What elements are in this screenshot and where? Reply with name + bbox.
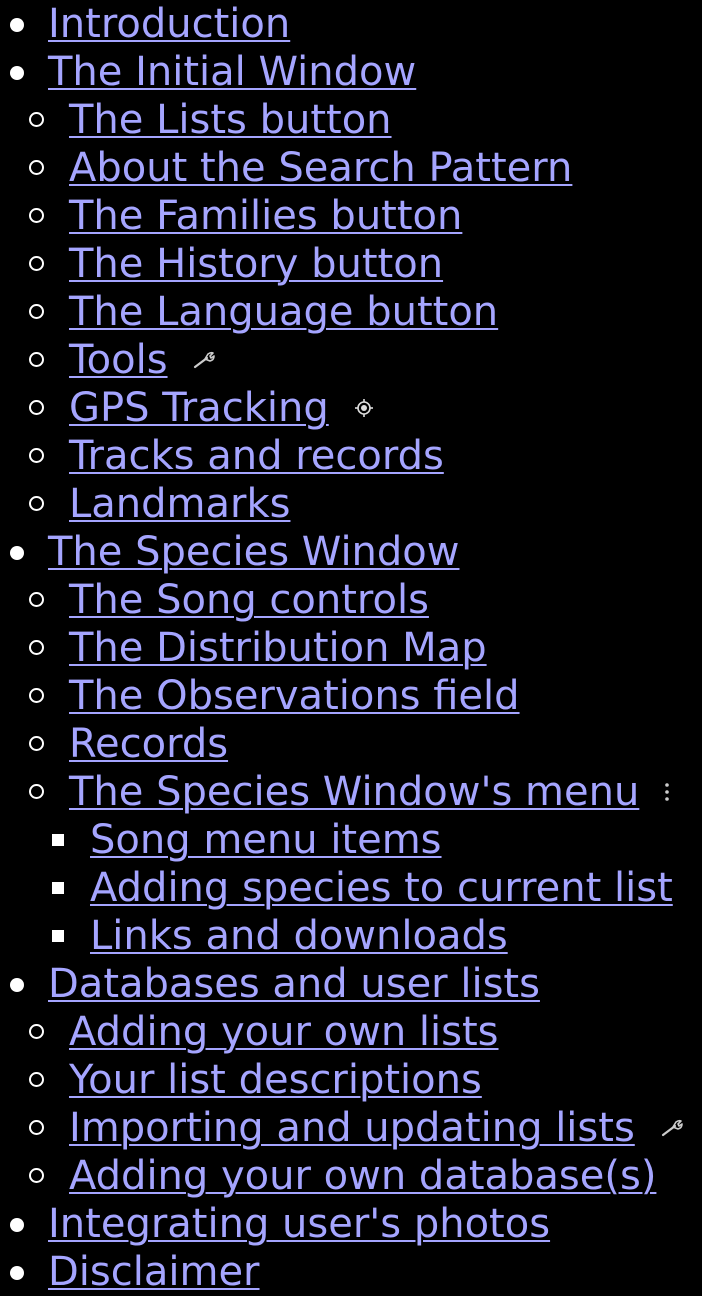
circle-bullet (29, 1072, 44, 1087)
toc-item-families-button: The Families button (0, 192, 702, 240)
disc-bullet (10, 546, 24, 560)
toc-item-own-lists: Adding your own lists (0, 1008, 702, 1056)
toc-item-species-window: The Species Window (0, 528, 702, 576)
link-own-lists[interactable]: Adding your own lists (69, 1009, 499, 1055)
toc-item-gps-tracking: GPS Tracking (0, 384, 702, 432)
link-history-button[interactable]: The History button (69, 241, 443, 287)
link-adding-species[interactable]: Adding species to current list (90, 865, 673, 911)
link-own-database[interactable]: Adding your own database(s) (69, 1153, 656, 1199)
toc-item-landmarks: Landmarks (0, 480, 702, 528)
circle-bullet (29, 640, 44, 655)
link-search-pattern[interactable]: About the Search Pattern (69, 145, 572, 191)
toc-item-importing-lists: Importing and updating lists (0, 1104, 702, 1152)
link-records[interactable]: Records (69, 721, 228, 767)
disc-bullet (10, 978, 24, 992)
circle-bullet (29, 400, 44, 415)
toc-item-databases: Databases and user lists (0, 960, 702, 1008)
square-bullet (52, 930, 64, 942)
circle-bullet (29, 256, 44, 271)
circle-bullet (29, 352, 44, 367)
circle-bullet (29, 784, 44, 799)
wrench-icon (192, 350, 216, 370)
circle-bullet (29, 304, 44, 319)
toc-item-records: Records (0, 720, 702, 768)
table-of-contents: Introduction The Initial Window The List… (0, 0, 702, 1296)
disc-bullet (10, 66, 24, 80)
link-list-descriptions[interactable]: Your list descriptions (69, 1057, 482, 1103)
link-distribution-map[interactable]: The Distribution Map (69, 625, 487, 671)
circle-bullet (29, 160, 44, 175)
circle-bullet (29, 448, 44, 463)
link-species-window[interactable]: The Species Window (48, 529, 459, 575)
circle-bullet (29, 208, 44, 223)
circle-bullet (29, 592, 44, 607)
link-landmarks[interactable]: Landmarks (69, 481, 290, 527)
gps-target-icon (353, 397, 375, 419)
circle-bullet (29, 496, 44, 511)
disc-bullet (10, 1266, 24, 1280)
toc-item-song-menu-items: Song menu items (0, 816, 702, 864)
link-initial-window[interactable]: The Initial Window (48, 49, 416, 95)
toc-item-history-button: The History button (0, 240, 702, 288)
link-importing-lists[interactable]: Importing and updating lists (69, 1105, 635, 1151)
link-song-controls[interactable]: The Song controls (69, 577, 429, 623)
link-introduction[interactable]: Introduction (48, 1, 290, 47)
link-gps-tracking[interactable]: GPS Tracking (69, 385, 329, 431)
link-databases[interactable]: Databases and user lists (48, 961, 540, 1007)
toc-item-own-database: Adding your own database(s) (0, 1152, 702, 1200)
circle-bullet (29, 1120, 44, 1135)
toc-item-observations-field: The Observations field (0, 672, 702, 720)
toc-item-language-button: The Language button (0, 288, 702, 336)
link-tracks-records[interactable]: Tracks and records (69, 433, 444, 479)
link-tools[interactable]: Tools (69, 337, 168, 383)
toc-item-species-menu: The Species Window's menu (0, 768, 702, 816)
more-vertical-icon (664, 782, 670, 802)
circle-bullet (29, 112, 44, 127)
link-disclaimer[interactable]: Disclaimer (48, 1249, 260, 1295)
circle-bullet (29, 688, 44, 703)
link-lists-button[interactable]: The Lists button (69, 97, 392, 143)
disc-bullet (10, 18, 24, 32)
toc-item-adding-species: Adding species to current list (0, 864, 702, 912)
circle-bullet (29, 1024, 44, 1039)
square-bullet (52, 882, 64, 894)
toc-item-initial-window: The Initial Window (0, 48, 702, 96)
circle-bullet (29, 1168, 44, 1183)
square-bullet (52, 834, 64, 846)
wrench-icon (660, 1118, 684, 1138)
toc-item-song-controls: The Song controls (0, 576, 702, 624)
toc-item-introduction: Introduction (0, 0, 702, 48)
toc-item-links-downloads: Links and downloads (0, 912, 702, 960)
link-families-button[interactable]: The Families button (69, 193, 462, 239)
link-observations-field[interactable]: The Observations field (69, 673, 520, 719)
toc-item-search-pattern: About the Search Pattern (0, 144, 702, 192)
link-user-photos[interactable]: Integrating user's photos (48, 1201, 550, 1247)
toc-item-distribution-map: The Distribution Map (0, 624, 702, 672)
link-song-menu-items[interactable]: Song menu items (90, 817, 442, 863)
link-language-button[interactable]: The Language button (69, 289, 498, 335)
toc-item-tools: Tools (0, 336, 702, 384)
circle-bullet (29, 736, 44, 751)
link-links-downloads[interactable]: Links and downloads (90, 913, 508, 959)
link-species-menu[interactable]: The Species Window's menu (69, 769, 639, 815)
toc-item-list-descriptions: Your list descriptions (0, 1056, 702, 1104)
toc-item-lists-button: The Lists button (0, 96, 702, 144)
disc-bullet (10, 1218, 24, 1232)
toc-item-tracks-records: Tracks and records (0, 432, 702, 480)
toc-item-user-photos: Integrating user's photos (0, 1200, 702, 1248)
